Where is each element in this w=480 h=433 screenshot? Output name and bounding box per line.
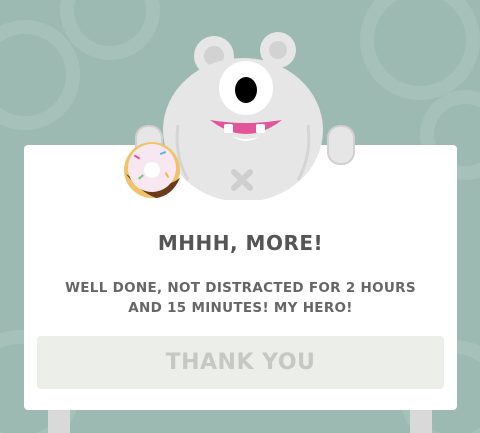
background-donut [360, 0, 480, 100]
thank-you-button[interactable]: THANK YOU [37, 336, 444, 389]
dialog-title: MHHH, MORE! [157, 231, 324, 255]
dialog-message: WELL DONE, NOT DISTRACTED FOR 2 HOURS AN… [65, 280, 416, 316]
donut-icon [124, 142, 180, 198]
